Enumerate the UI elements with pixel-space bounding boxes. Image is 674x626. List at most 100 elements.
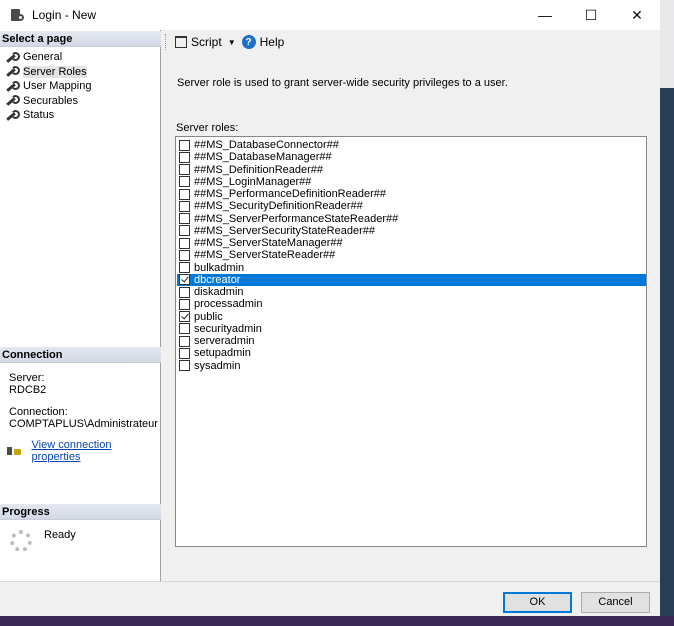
role-checkbox[interactable] [179,274,190,286]
role-row[interactable]: public [177,311,646,323]
role-name: ##MS_DefinitionReader## [194,163,324,176]
role-row[interactable]: securityadmin [177,323,646,335]
role-checkbox[interactable] [179,237,190,249]
page-item-label: User Mapping [23,80,92,92]
role-row[interactable]: bulkadmin [177,262,646,274]
background-desktop [660,88,674,626]
progress-status: Ready [44,529,76,541]
role-checkbox[interactable] [179,188,190,200]
role-checkbox[interactable] [179,249,190,261]
role-row[interactable]: ##MS_SecurityDefinitionReader## [177,200,646,212]
page-item-general[interactable]: General [6,50,62,64]
role-row[interactable]: ##MS_LoginManager## [177,176,646,188]
role-name: public [194,310,223,323]
ok-button[interactable]: OK [503,592,572,613]
role-checkbox[interactable] [179,298,190,310]
help-button[interactable]: Help [260,35,285,49]
toolbar-grip [165,34,167,50]
wrench-icon [6,109,20,121]
role-row[interactable]: ##MS_ServerStateManager## [177,237,646,249]
role-checkbox[interactable] [179,139,190,151]
login-dialog: Login - New — ☐ ✕ Select a page General S… [0,0,660,616]
select-page-header: Select a page [0,31,161,47]
role-row[interactable]: processadmin [177,298,646,310]
server-roles-list[interactable]: ##MS_DatabaseConnector## ##MS_DatabaseMan… [175,136,647,547]
role-name: ##MS_SecurityDefinitionReader## [194,200,363,213]
role-name: ##MS_DatabaseConnector## [194,139,339,152]
wrench-icon [6,80,20,92]
role-row[interactable]: dbcreator [177,273,646,286]
page-item-label: General [23,51,63,63]
role-checkbox[interactable] [179,176,190,188]
role-name: dbcreator [194,273,241,286]
page-description: Server role is used to grant server-wide… [177,77,508,89]
role-name: diskadmin [194,286,244,299]
page-item-label: Securables [23,94,79,107]
role-row[interactable]: setupadmin [177,347,646,359]
cancel-button[interactable]: Cancel [581,592,650,613]
view-connection-properties-row: View connection properties [6,439,160,463]
role-name: ##MS_ServerSecurityStateReader## [194,224,375,237]
role-checkbox[interactable] [179,286,190,298]
window-title: Login - New [32,8,97,22]
role-row[interactable]: ##MS_DefinitionReader## [177,164,646,176]
maximize-button[interactable]: ☐ [568,0,614,30]
role-row[interactable]: ##MS_ServerPerformanceStateReader## [177,213,646,225]
progress-spinner-icon [10,530,32,552]
left-pane: Select a page General Server Roles User Ma… [0,30,161,581]
role-name: bulkadmin [194,261,245,274]
server-label: Server: [9,372,45,384]
script-dropdown-arrow-icon[interactable]: ▼ [228,38,236,47]
role-name: setupadmin [194,347,251,360]
role-name: ##MS_PerformanceDefinitionReader## [194,188,386,201]
role-checkbox[interactable] [179,200,190,212]
wrench-icon [6,95,20,106]
server-value: RDCB2 [9,384,47,396]
script-button[interactable]: Script [191,35,222,49]
role-name: ##MS_ServerPerformanceStateReader## [194,212,399,225]
page-item-status[interactable]: Status [6,108,54,122]
toolbar: Script ▼ ? Help [161,30,660,54]
page-item-label: Status [23,109,55,121]
role-row[interactable]: serveradmin [177,335,646,347]
role-row[interactable]: ##MS_DatabaseConnector## [177,139,646,151]
background-taskbar-edge [0,616,674,626]
close-button[interactable]: ✕ [614,0,660,30]
view-connection-properties-link[interactable]: View connection properties [32,439,160,463]
page-item-server-roles[interactable]: Server Roles [6,65,87,79]
role-row[interactable]: diskadmin [177,286,646,298]
role-checkbox[interactable] [179,225,190,237]
role-name: ##MS_DatabaseManager## [194,151,332,164]
minimize-button[interactable]: — [522,0,568,30]
role-checkbox[interactable] [179,360,190,372]
role-row[interactable]: sysadmin [177,360,646,372]
connection-properties-icon [6,445,24,457]
role-name: securityadmin [194,322,262,335]
role-checkbox[interactable] [179,347,190,359]
server-roles-page: Server role is used to grant server-wide… [162,54,660,581]
role-name: serveradmin [194,335,255,348]
page-item-label: Server Roles [23,65,87,78]
role-checkbox[interactable] [179,262,190,274]
role-row[interactable]: ##MS_PerformanceDefinitionReader## [177,188,646,200]
script-icon[interactable] [175,36,187,48]
role-checkbox[interactable] [179,335,190,347]
role-checkbox[interactable] [179,323,190,335]
role-name: ##MS_ServerStateManager## [194,237,343,250]
server-roles-label: Server roles: [176,122,239,134]
role-name: ##MS_ServerStateReader## [194,249,336,262]
connection-header: Connection [0,347,161,363]
title-bar[interactable]: Login - New — ☐ ✕ [0,0,660,30]
role-name: sysadmin [194,359,241,372]
role-checkbox[interactable] [179,164,190,176]
help-icon[interactable]: ? [241,35,256,49]
role-checkbox[interactable] [179,213,190,225]
role-row[interactable]: ##MS_ServerStateReader## [177,249,646,261]
page-item-securables[interactable]: Securables [6,94,78,108]
role-row[interactable]: ##MS_DatabaseManager## [177,151,646,163]
login-user-icon [8,6,26,24]
role-row[interactable]: ##MS_ServerSecurityStateReader## [177,225,646,237]
page-item-user-mapping[interactable]: User Mapping [6,79,91,93]
role-checkbox[interactable] [179,151,190,163]
role-checkbox[interactable] [179,311,190,323]
